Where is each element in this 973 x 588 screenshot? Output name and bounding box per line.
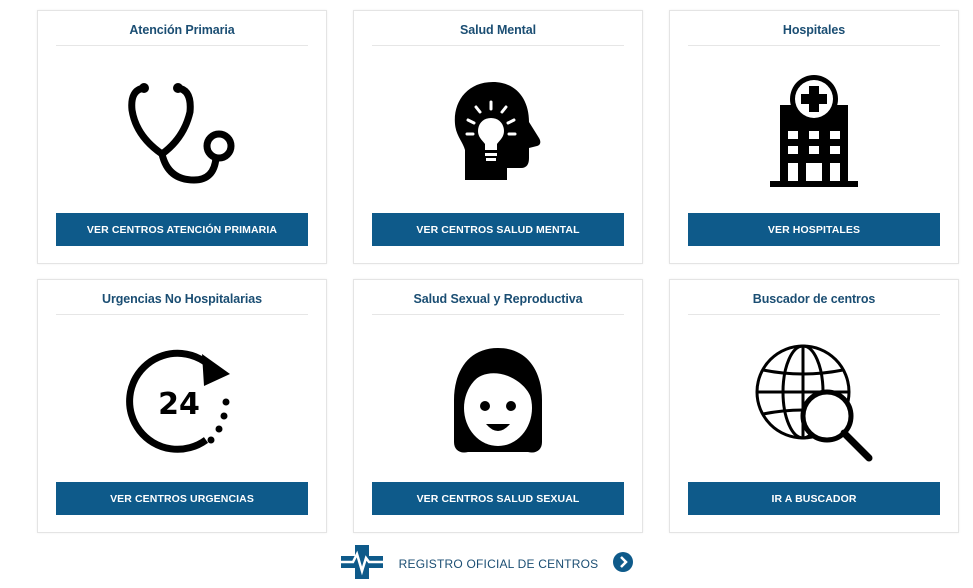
card-urgencias: Urgencias No Hospitalarias 24 VER CENTRO… [37,279,327,533]
card-title: Buscador de centros [752,292,876,306]
ver-centros-atencion-primaria-button[interactable]: VER CENTROS ATENCIÓN PRIMARIA [56,213,308,246]
card-title: Hospitales [782,23,846,37]
card-salud-mental: Salud Mental VER CENTROS SALUD MENTAL [353,10,643,264]
card-divider [56,314,308,315]
card-title: Atención Primaria [129,23,235,37]
card-divider [372,45,624,46]
card-divider [688,45,940,46]
24-hours-icon: 24 [38,330,326,470]
medical-cross-heartbeat-icon [338,544,385,585]
ver-centros-salud-mental-button[interactable]: VER CENTROS SALUD MENTAL [372,213,624,246]
ver-centros-salud-sexual-button[interactable]: VER CENTROS SALUD SEXUAL [372,482,624,515]
registro-oficial-label: REGISTRO OFICIAL DE CENTROS [398,557,599,571]
stethoscope-icon [38,61,326,201]
card-buscador: Buscador de centros IR A BUSCADOR [669,279,959,533]
ir-a-buscador-button[interactable]: IR A BUSCADOR [688,482,940,515]
chevron-right-circle-icon[interactable] [612,551,634,578]
globe-search-icon [670,330,958,470]
card-divider [56,45,308,46]
footer: REGISTRO OFICIAL DE CENTROS [0,540,973,588]
ver-hospitales-button[interactable]: VER HOSPITALES [688,213,940,246]
woman-face-icon [354,330,642,470]
card-divider [372,314,624,315]
card-divider [688,314,940,315]
card-title: Urgencias No Hospitalarias [102,292,262,306]
ver-centros-urgencias-button[interactable]: VER CENTROS URGENCIAS [56,482,308,515]
registro-oficial-link[interactable]: REGISTRO OFICIAL DE CENTROS [338,544,635,585]
card-title: Salud Sexual y Reproductiva [413,292,583,306]
card-atencion-primaria: Atención Primaria VER CENTROS ATENCIÓN P… [37,10,327,264]
centers-grid: Atención Primaria VER CENTROS ATENCIÓN P… [0,0,973,540]
card-hospitales: Hospitales VER HOSPITALES [669,10,959,264]
head-lightbulb-icon [354,61,642,201]
card-title: Salud Mental [460,23,536,37]
svg-text:24: 24 [158,387,200,422]
hospital-building-icon [670,61,958,201]
card-salud-sexual: Salud Sexual y Reproductiva VER CENTROS … [353,279,643,533]
